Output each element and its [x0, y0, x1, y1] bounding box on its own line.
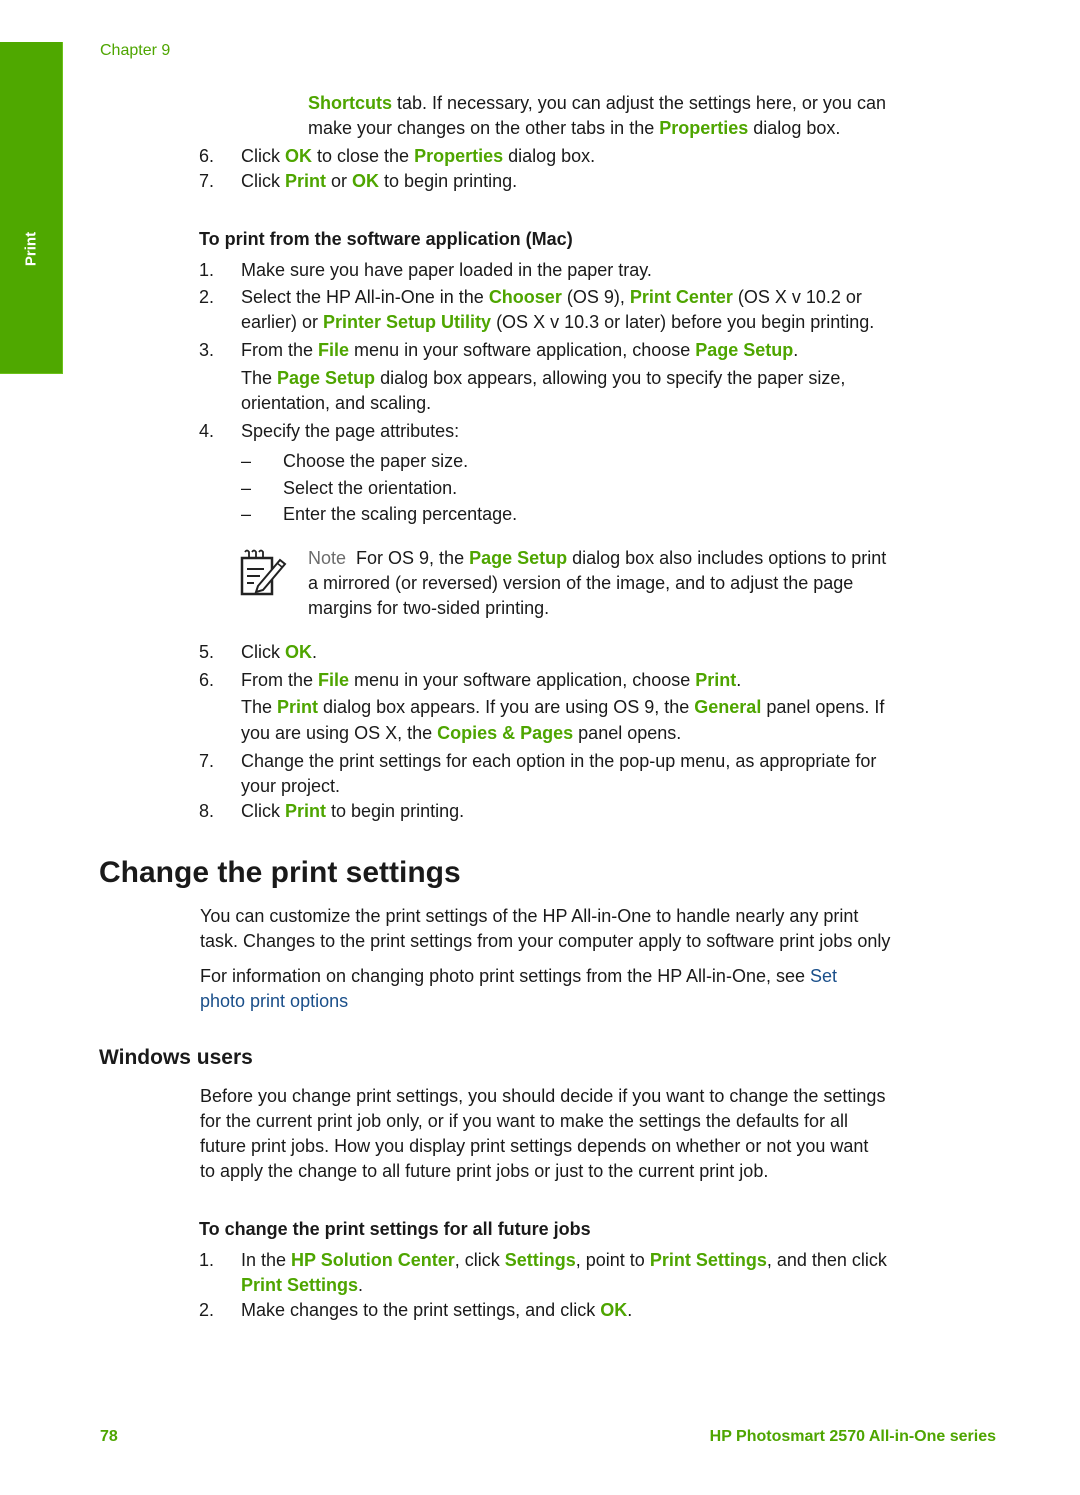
- windows-subheading: To change the print settings for all fut…: [199, 1219, 591, 1239]
- step-detail: The Print dialog box appears. If you are…: [241, 697, 885, 717]
- bullet-text: Enter the scaling percentage.: [283, 504, 518, 524]
- paragraph-line: Before you change print settings, you sh…: [200, 1086, 886, 1106]
- mac-subheading: To print from the software application (…: [199, 229, 573, 249]
- bullet-dash: –: [241, 478, 252, 498]
- ui-term-file: File: [318, 670, 350, 690]
- note-line-1: Note For OS 9, the Page Setup dialog box…: [308, 548, 887, 568]
- ui-term-ok: OK: [285, 146, 312, 166]
- step-text-continued: earlier) or Printer Setup Utility (OS X …: [241, 312, 875, 332]
- step-number: 2.: [199, 287, 215, 307]
- paragraph-line: You can customize the print settings of …: [200, 906, 859, 926]
- ui-term-page-setup: Page Setup: [277, 368, 376, 388]
- bullet-text: Choose the paper size.: [283, 451, 469, 471]
- ui-term-ok: OK: [285, 642, 312, 662]
- step-text: Make sure you have paper loaded in the p…: [241, 260, 652, 280]
- ui-term-ok: OK: [600, 1300, 628, 1320]
- step-number: 4.: [199, 421, 215, 441]
- ui-term-shortcuts: Shortcuts: [308, 93, 393, 113]
- bullet-text: Select the orientation.: [283, 478, 458, 498]
- step-number: 8.: [199, 801, 215, 821]
- ui-term-hp-solution-center: HP Solution Center: [291, 1250, 455, 1270]
- ui-term-general: General: [694, 697, 762, 717]
- continued-line-2: make your changes on the other tabs in t…: [308, 118, 841, 138]
- ui-term-print: Print: [285, 801, 327, 821]
- step-text-continued: your project.: [241, 776, 341, 796]
- ui-term-properties: Properties: [414, 146, 504, 166]
- ui-term-page-setup: Page Setup: [469, 548, 568, 568]
- step-number: 2.: [199, 1300, 215, 1320]
- subsection-title: Windows users: [99, 1046, 253, 1069]
- step-number: 7.: [199, 751, 215, 771]
- set-photo-print-options-link[interactable]: Set: [810, 966, 837, 986]
- step-number: 7.: [199, 171, 215, 191]
- chapter-header: Chapter 9: [100, 42, 171, 59]
- bullet-dash: –: [241, 504, 252, 524]
- step-number: 3.: [199, 340, 215, 360]
- ui-term-properties: Properties: [659, 118, 749, 138]
- step-text: From the File menu in your software appl…: [241, 670, 742, 690]
- paragraph-line: future print jobs. How you display print…: [200, 1136, 869, 1156]
- step-text: Click Print to begin printing.: [241, 801, 465, 821]
- step-number: 1.: [199, 260, 215, 280]
- step-number: 5.: [199, 642, 215, 662]
- paragraph-line: For information on changing photo print …: [200, 966, 838, 986]
- step-text: Click OK.: [241, 642, 318, 662]
- ui-term-page-setup: Page Setup: [695, 340, 794, 360]
- step-text: Make changes to the print settings, and …: [241, 1300, 633, 1320]
- ui-term-ok: OK: [352, 171, 380, 191]
- step-text: In the HP Solution Center, click Setting…: [241, 1250, 887, 1270]
- note-line-2: a mirrored (or reversed) version of the …: [308, 573, 854, 593]
- step-text: Select the HP All-in-One in the Chooser …: [241, 287, 862, 307]
- step-number: 6.: [199, 146, 215, 166]
- chapter-side-tab: Print: [0, 42, 63, 374]
- step-text: Click OK to close the Properties dialog …: [241, 146, 596, 166]
- step-text: Click Print or OK to begin printing.: [241, 171, 518, 191]
- page-number: 78: [100, 1428, 118, 1445]
- ui-term-copies-pages: Copies & Pages: [437, 723, 574, 743]
- ui-term-settings: Settings: [504, 1250, 576, 1270]
- step-text: Change the print settings for each optio…: [241, 751, 877, 771]
- paragraph-line: photo print options: [200, 989, 348, 1014]
- continued-line-1: Shortcuts tab. If necessary, you can adj…: [308, 93, 886, 113]
- step-detail-continued: you are using OS X, the Copies & Pages p…: [241, 723, 682, 743]
- paragraph-line: for the current print job only, or if yo…: [200, 1111, 848, 1131]
- ui-term-file: File: [318, 340, 350, 360]
- step-text-continued: Print Settings.: [241, 1275, 364, 1295]
- paragraph-line: to apply the change to all future print …: [200, 1161, 769, 1181]
- product-name: HP Photosmart 2570 All-in-One series: [709, 1428, 996, 1445]
- note-label: Note: [308, 548, 347, 568]
- ui-term-print-center: Print Center: [629, 287, 733, 307]
- set-photo-print-options-link[interactable]: photo print options: [200, 991, 348, 1011]
- ui-term-chooser: Chooser: [488, 287, 562, 307]
- bullet-dash: –: [241, 451, 252, 471]
- step-detail: The Page Setup dialog box appears, allow…: [241, 368, 846, 388]
- ui-term-print: Print: [695, 670, 737, 690]
- ui-term-print-settings: Print Settings: [241, 1275, 359, 1295]
- paragraph-line: task. Changes to the print settings from…: [200, 931, 891, 951]
- ui-term-printer-setup-utility: Printer Setup Utility: [323, 312, 492, 332]
- ui-term-print: Print: [277, 697, 319, 717]
- side-tab-label: Print: [22, 231, 40, 267]
- step-number: 1.: [199, 1250, 215, 1270]
- step-detail-continued: orientation, and scaling.: [241, 393, 432, 413]
- ui-term-print: Print: [285, 171, 327, 191]
- step-number: 6.: [199, 670, 215, 690]
- note-line-3: margins for two-sided printing.: [308, 598, 550, 618]
- note-icon: [238, 548, 288, 598]
- ui-term-print-settings: Print Settings: [649, 1250, 767, 1270]
- section-title: Change the print settings: [99, 856, 461, 889]
- step-text: Specify the page attributes:: [241, 421, 460, 441]
- step-text: From the File menu in your software appl…: [241, 340, 799, 360]
